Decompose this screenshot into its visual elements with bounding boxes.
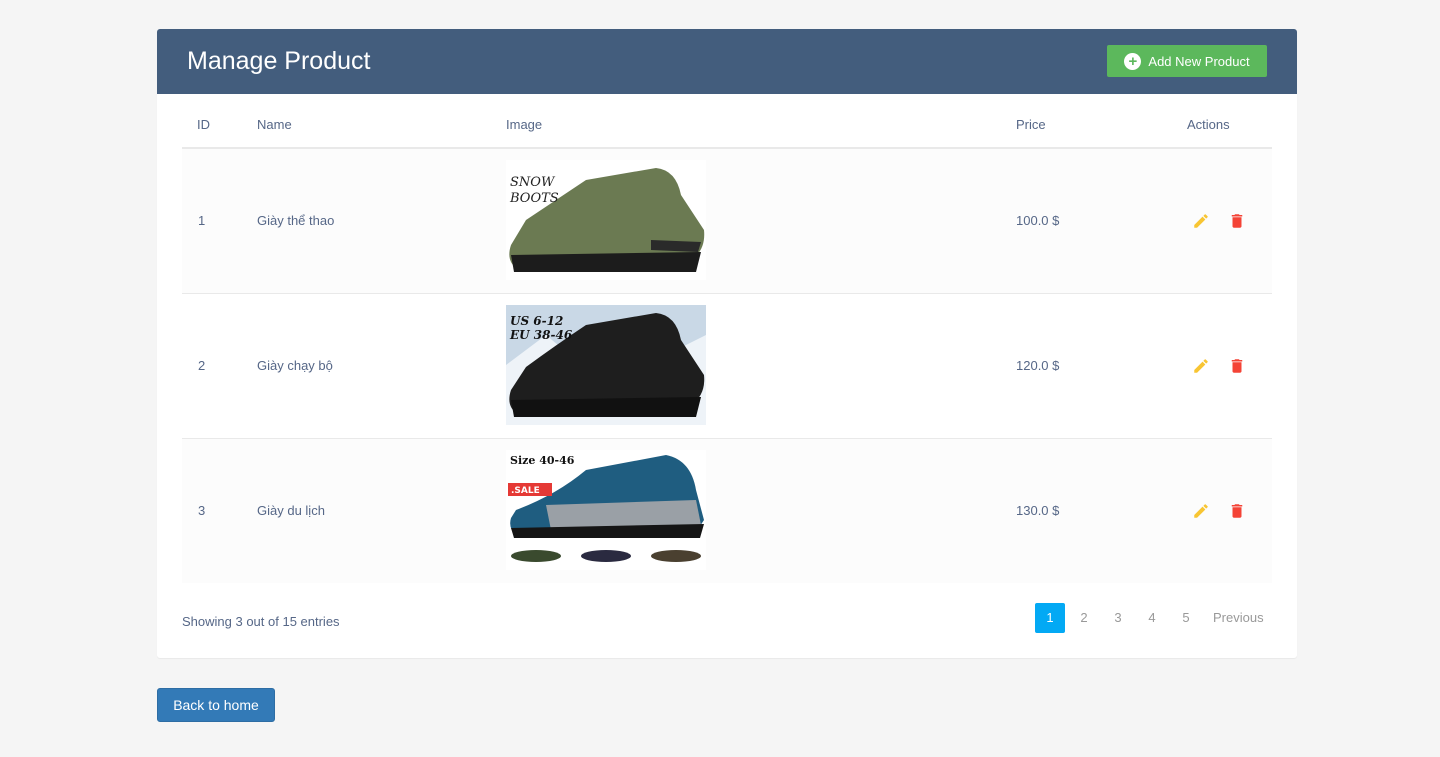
column-header-id: ID [197, 117, 210, 132]
page-5[interactable]: 5 [1171, 603, 1201, 633]
edit-pencil-icon[interactable] [1192, 502, 1210, 520]
product-price: 120.0 $ [1016, 358, 1060, 373]
column-header-price: Price [1016, 117, 1046, 132]
add-new-product-label: Add New Product [1148, 53, 1250, 69]
page-1[interactable]: 1 [1035, 603, 1065, 633]
product-price: 130.0 $ [1016, 503, 1060, 518]
page-title: Manage Product [187, 47, 371, 75]
product-id: 1 [198, 213, 206, 228]
delete-trash-icon[interactable] [1228, 502, 1246, 520]
table-row: 1 Giày thể thao SNOW BOOTS 100.0 $ [182, 149, 1272, 294]
product-image: Size 40-46 .SALE [506, 450, 706, 570]
previous-page[interactable]: Previous [1205, 603, 1272, 633]
product-id: 3 [198, 503, 206, 518]
card-header: Manage Product + Add New Product [157, 29, 1297, 94]
product-image: SNOW BOOTS [506, 160, 706, 280]
product-name: Giày chạy bộ [257, 358, 333, 373]
page-4[interactable]: 4 [1137, 603, 1167, 633]
image-caption: BOOTS [509, 191, 559, 206]
entries-hint: Showing 3 out of 15 entries [182, 614, 340, 629]
pagination: 1 2 3 4 5 Previous [1035, 603, 1272, 633]
sale-badge: .SALE [511, 486, 540, 496]
page-2[interactable]: 2 [1069, 603, 1099, 633]
product-image: US 6-12 EU 38-46 [506, 305, 706, 425]
edit-pencil-icon[interactable] [1192, 212, 1210, 230]
back-to-home-button[interactable]: Back to home [157, 688, 275, 722]
row-actions [1192, 294, 1246, 438]
image-caption: EU 38-46 [509, 328, 573, 342]
column-header-actions: Actions [1187, 117, 1230, 132]
column-header-image: Image [506, 117, 543, 132]
product-id: 2 [198, 358, 206, 373]
edit-pencil-icon[interactable] [1192, 357, 1210, 375]
delete-trash-icon[interactable] [1228, 357, 1246, 375]
row-actions [1192, 149, 1246, 293]
delete-trash-icon[interactable] [1228, 212, 1246, 230]
add-new-product-button[interactable]: + Add New Product [1107, 45, 1267, 77]
product-card: Manage Product + Add New Product ID Name… [157, 29, 1297, 658]
row-actions [1192, 439, 1246, 583]
image-caption: Size 40-46 [510, 454, 575, 467]
image-caption: SNOW [510, 175, 556, 190]
table-row: 2 Giày chạy bộ US 6-12 EU 38-46 120.0 $ [182, 294, 1272, 439]
image-caption: US 6-12 [510, 314, 563, 328]
product-name: Giày du lịch [257, 503, 325, 518]
page-3[interactable]: 3 [1103, 603, 1133, 633]
product-name: Giày thể thao [257, 213, 335, 228]
plus-circle-icon: + [1124, 52, 1142, 70]
product-price: 100.0 $ [1016, 213, 1060, 228]
column-header-name: Name [257, 117, 292, 132]
table-row: 3 Giày du lịch Size 40-46 .SALE 130.0 $ [182, 439, 1272, 583]
